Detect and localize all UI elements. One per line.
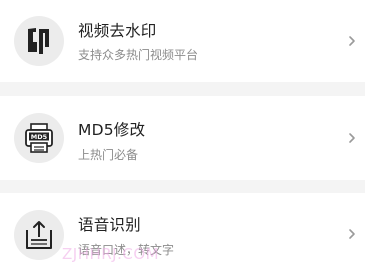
- upload-tray-icon: [14, 210, 64, 260]
- printer-md5-icon: MD5: [14, 113, 64, 163]
- item-subtitle: 语音口述，转文字: [78, 243, 175, 257]
- list-item-md5-modify[interactable]: MD5 MD5修改 上热门必备: [0, 96, 365, 180]
- chevron-right-icon: [349, 229, 355, 239]
- chevron-right-icon: [349, 133, 355, 143]
- item-title: MD5修改: [78, 121, 146, 139]
- item-subtitle: 上热门必备: [78, 148, 139, 162]
- item-title: 视频去水印: [78, 22, 157, 40]
- item-title: 语音识别: [78, 216, 141, 234]
- item-subtitle: 支持众多热门视频平台: [78, 48, 199, 62]
- stamp-icon: [14, 16, 64, 66]
- list-item-speech-recognition[interactable]: 语音识别 语音口述，转文字: [0, 193, 365, 277]
- list-item-video-watermark[interactable]: 视频去水印 支持众多热门视频平台: [0, 0, 365, 82]
- icon-label: MD5: [31, 133, 48, 141]
- tool-list: 视频去水印 支持众多热门视频平台 MD5 MD5修改 上热门必备 语音识别 语音…: [0, 0, 365, 277]
- chevron-right-icon: [349, 36, 355, 46]
